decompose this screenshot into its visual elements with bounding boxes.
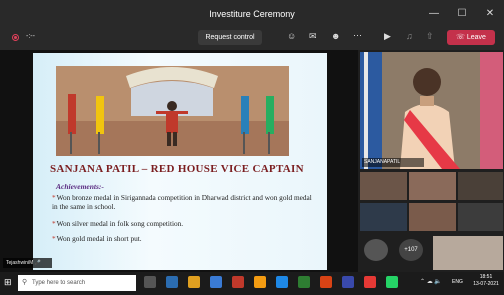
share-icon[interactable]: ⇧ xyxy=(426,31,434,42)
app-icon[interactable] xyxy=(254,276,266,288)
recording-timer: -:-- xyxy=(26,33,35,40)
slide-photo xyxy=(56,66,289,156)
windows-start-icon[interactable]: ⊞ xyxy=(4,277,12,288)
clock-time: 18:51 xyxy=(479,274,493,280)
reactions-icon[interactable]: ☻ xyxy=(331,31,340,41)
achievements-heading: Achievements:- xyxy=(56,182,104,191)
request-control-button[interactable]: Request control xyxy=(198,30,262,45)
office-icon[interactable] xyxy=(232,276,244,288)
chat-icon[interactable]: ✉ xyxy=(309,31,317,42)
chrome-icon[interactable] xyxy=(364,276,376,288)
participant-tile[interactable] xyxy=(409,203,456,231)
minimize-icon[interactable]: — xyxy=(420,0,448,28)
system-tray-icons[interactable]: ⌃ ☁ 🔈 xyxy=(420,278,442,285)
participant-tile[interactable] xyxy=(433,236,503,270)
maximize-icon[interactable]: ☐ xyxy=(448,0,476,28)
whatsapp-icon[interactable] xyxy=(386,276,398,288)
participant-tile[interactable] xyxy=(360,172,407,200)
participant-tile[interactable] xyxy=(458,172,503,200)
edge-icon[interactable] xyxy=(166,276,178,288)
participant-tile[interactable] xyxy=(458,203,503,231)
search-icon: ⚲ xyxy=(22,279,28,286)
language-indicator[interactable]: ENG xyxy=(452,279,463,285)
participants-icon[interactable]: ☺ xyxy=(287,31,296,41)
main-participant-name: SANJANAPATIL xyxy=(362,158,424,167)
microphone-icon[interactable]: ♫ xyxy=(406,31,413,41)
clock-date: 13-07-2021 xyxy=(473,281,499,287)
store-icon[interactable] xyxy=(210,276,222,288)
file-explorer-icon[interactable] xyxy=(188,276,200,288)
excel-icon[interactable] xyxy=(298,276,310,288)
word-icon[interactable] xyxy=(276,276,288,288)
participant-tile[interactable] xyxy=(360,203,407,231)
participant-tile[interactable] xyxy=(409,172,456,200)
teams-icon[interactable] xyxy=(342,276,354,288)
taskbar-search-input[interactable]: Type here to search xyxy=(18,275,136,291)
main-participant-video[interactable] xyxy=(360,52,503,169)
leave-button[interactable]: ☏ Leave xyxy=(447,30,495,45)
close-icon[interactable]: ✕ xyxy=(476,0,504,28)
achievement-item: *Won silver medal in folk song competiti… xyxy=(52,219,184,228)
taskbar-clock[interactable]: 18:51 13-07-2021 xyxy=(470,274,502,288)
recording-icon xyxy=(12,34,19,41)
avatar[interactable] xyxy=(364,239,388,261)
powerpoint-icon[interactable] xyxy=(320,276,332,288)
task-view-icon[interactable] xyxy=(144,276,156,288)
presenter-name-tag: TejashwiniM 🎤 xyxy=(3,258,52,268)
achievement-item: *Won bronze medal in Sirigannada competi… xyxy=(52,193,312,211)
achievement-item: *Won gold medal in short put. xyxy=(52,234,142,243)
more-options-icon[interactable]: ⋯ xyxy=(353,30,362,41)
more-participants-badge[interactable]: +107 xyxy=(399,239,423,261)
slide-title: SANJANA PATIL – RED HOUSE VICE CAPTAIN xyxy=(50,163,304,175)
camera-icon[interactable]: ▶ xyxy=(384,31,391,42)
